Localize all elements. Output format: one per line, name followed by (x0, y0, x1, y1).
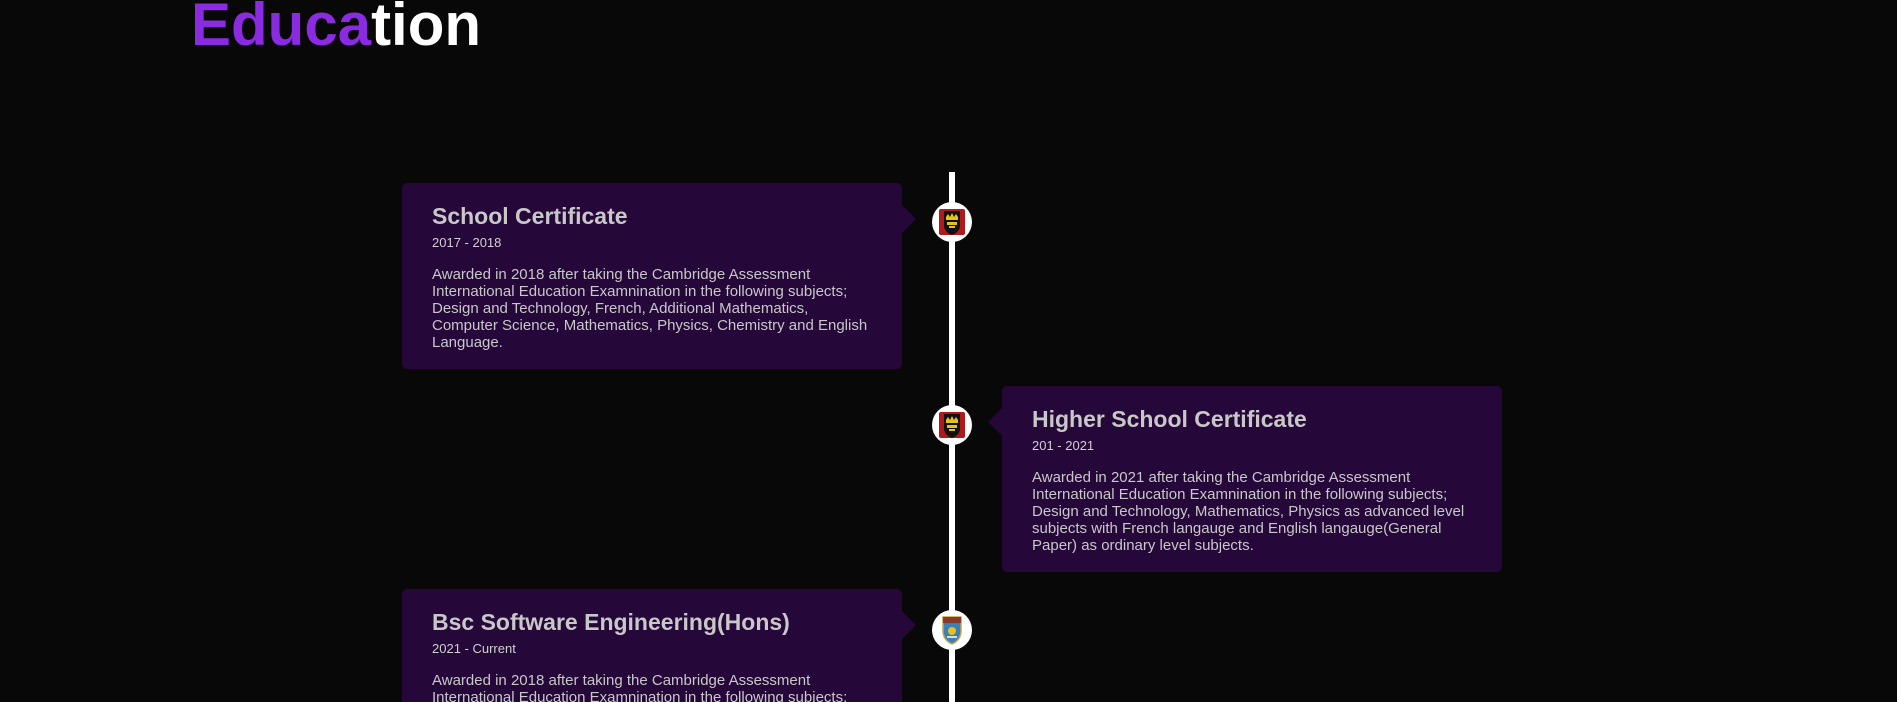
card-title: Higher School Certificate (1032, 406, 1307, 432)
section-title-accent: Educa (191, 0, 372, 58)
card-description: Awarded in 2018 after taking the Cambrid… (432, 671, 848, 702)
school-crest-icon (932, 405, 972, 445)
education-page: Education School Certificate 2017 - 2018… (0, 0, 1897, 702)
timeline-card-bsc-software-engineering: Bsc Software Engineering(Hons) 2021 - Cu… (402, 589, 916, 702)
section-title: Education (191, 0, 481, 58)
card-date: 2021 - Current (432, 640, 516, 656)
school-crest-icon (932, 202, 972, 242)
card-description: Awarded in 2021 after taking the Cambrid… (1032, 468, 1465, 554)
timeline-card-higher-school-certificate: Higher School Certificate 201 - 2021 Awa… (988, 386, 1502, 572)
card-title: School Certificate (432, 203, 628, 229)
card-title: Bsc Software Engineering(Hons) (432, 609, 790, 635)
card-date: 2017 - 2018 (432, 234, 502, 250)
section-title-rest: tion (371, 0, 482, 58)
card-date: 201 - 2021 (1032, 437, 1095, 453)
timeline-card-school-certificate: School Certificate 2017 - 2018 Awarded i… (402, 183, 916, 369)
card-description: Awarded in 2018 after taking the Cambrid… (432, 265, 868, 351)
university-crest-icon (932, 610, 972, 650)
